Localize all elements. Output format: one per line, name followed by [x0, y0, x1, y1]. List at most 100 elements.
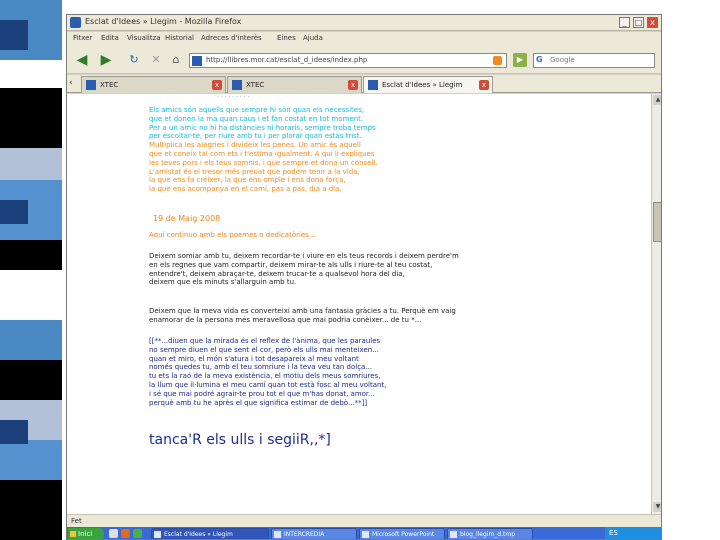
- scroll-thumb[interactable]: [653, 202, 661, 242]
- post-subtitle[interactable]: Aquí continuo amb els poemes o dedicatòr…: [149, 231, 316, 239]
- menu-edita[interactable]: Edita: [101, 34, 119, 42]
- text-line: no sempre diuen el que sent el cor, però…: [149, 345, 379, 354]
- stripe-block: [0, 148, 62, 180]
- menu-fitxer[interactable]: Fitxer: [73, 34, 92, 42]
- text-line: Multiplica les alegries i divideix les p…: [149, 141, 361, 150]
- scroll-down-icon[interactable]: ▼: [653, 502, 661, 512]
- system-tray: ES: [605, 527, 661, 539]
- menu-adreces[interactable]: Adreces d'interès: [201, 34, 262, 42]
- tab-close-icon[interactable]: x: [479, 80, 489, 90]
- tab-favicon-icon: [368, 80, 378, 90]
- text-line: les teves pors i els teus somnis, i que …: [149, 158, 378, 167]
- minimize-button[interactable]: _: [619, 17, 630, 28]
- stripe-block: [0, 270, 62, 320]
- stop-icon[interactable]: ✕: [147, 51, 165, 69]
- task-powerpoint[interactable]: Microsoft PowerPoint: [359, 528, 445, 539]
- text-line: la que ens acompanya en el camí, pas a p…: [149, 185, 342, 194]
- browser-window: Esclat d'Idees » Llegim - Mozilla Firefo…: [66, 14, 662, 540]
- tab-close-icon[interactable]: x: [212, 80, 222, 90]
- search-box[interactable]: G Google: [533, 53, 655, 68]
- task-icon: [362, 531, 369, 538]
- home-icon[interactable]: ⌂: [167, 51, 185, 69]
- text-line: per escoltar-te, per riure amb tu i per …: [149, 132, 362, 141]
- tab-xtec-1[interactable]: XTEC x: [81, 76, 226, 93]
- text-line: Per a un amic no hi ha distàncies ni hor…: [149, 123, 376, 132]
- task-icon: [450, 531, 457, 538]
- task-tmp-file[interactable]: blog_llegim_d.tmp: [447, 528, 533, 539]
- task-label: blog_llegim_d.tmp: [460, 531, 516, 538]
- top-text-fragment: · · · · · · · · ·: [217, 94, 250, 101]
- stripe-block: [0, 240, 62, 270]
- quicklaunch-media-icon[interactable]: [133, 529, 142, 538]
- cyan-paragraph: Els amics són aquells que sempre hi són …: [149, 106, 445, 194]
- text-line: quan et miro, el món s'atura i tot desap…: [149, 354, 359, 363]
- text-line: que et coneix tal com ets i t'estima igu…: [149, 149, 375, 158]
- text-line: entendre't, deixem abraçar-te, deixem tr…: [149, 269, 405, 278]
- text-line: Els amics són aquells que sempre hi són …: [149, 106, 364, 114]
- go-button[interactable]: ▶: [513, 53, 527, 67]
- text-line: només quedes tu, amb el teu somriure i l…: [149, 363, 373, 372]
- back-arrow-icon[interactable]: ◀: [73, 51, 91, 69]
- address-bar[interactable]: http://llibres.mor.cat/esclat_d_idees/in…: [189, 53, 507, 68]
- menu-eines[interactable]: Eines: [277, 34, 296, 42]
- task-icon: [274, 531, 281, 538]
- tab-esclat-idees[interactable]: Esclat d'Idees » Llegim x: [363, 76, 493, 93]
- text-line: la que ens fa créixer, la que ens omple …: [149, 176, 346, 185]
- reload-icon[interactable]: ↻: [125, 51, 143, 69]
- start-label: Inici: [78, 530, 93, 538]
- stripe-block: [0, 200, 28, 224]
- task-icon: [154, 531, 161, 538]
- text-line: tu ets la raó de la meva existència, el …: [149, 372, 381, 381]
- task-label: Esclat d'Idees » Llegim: [164, 531, 233, 538]
- menu-ajuda[interactable]: Ajuda: [303, 34, 323, 42]
- dark-paragraph-1: Deixem somiar amb tu, deixem recordar-te…: [149, 252, 459, 287]
- text-line: enamorar de la persona més meravellosa q…: [149, 315, 422, 324]
- stripe-block: [0, 320, 62, 360]
- rss-feed-icon[interactable]: [493, 56, 502, 65]
- scroll-up-icon[interactable]: ▲: [653, 95, 661, 105]
- post-date: 19 de Maig 2008: [153, 214, 221, 223]
- start-button[interactable]: Inici: [68, 528, 104, 539]
- status-bar: Fet: [67, 514, 661, 527]
- tab-bar: ‹ XTEC x XTEC x Esclat d'Idees » Llegim …: [67, 75, 661, 93]
- tab-favicon-icon: [86, 80, 96, 90]
- windows-taskbar: Inici Esclat d'Idees » Llegim INTERCREDI…: [67, 527, 661, 539]
- vertical-scrollbar[interactable]: ▲ ▼: [651, 94, 661, 514]
- tab-label: XTEC: [246, 81, 265, 89]
- text-line: i sé que mai podré agrair-te prou tot el…: [149, 389, 375, 398]
- text-line: [[**...diuen que la mirada és el reflex …: [149, 337, 381, 345]
- navigation-toolbar: ◀ ▶ ↻ ✕ ⌂ http://llibres.mor.cat/esclat_…: [67, 46, 661, 74]
- tab-label: XTEC: [100, 81, 119, 89]
- close-button[interactable]: x: [647, 17, 658, 28]
- google-search-icon[interactable]: G: [536, 55, 543, 64]
- tab-close-icon[interactable]: x: [348, 80, 358, 90]
- menu-bar: Fitxer Edita Visualitza Historial Adrece…: [67, 32, 661, 46]
- tab-scroll-icon[interactable]: ‹: [69, 78, 79, 90]
- window-title: Esclat d'Idees » Llegim - Mozilla Firefo…: [85, 17, 242, 26]
- task-intercredia[interactable]: INTERCREDIA: [271, 528, 357, 539]
- menu-visualitza[interactable]: Visualitza: [127, 34, 161, 42]
- task-label: Microsoft PowerPoint: [372, 531, 435, 538]
- quicklaunch-desktop-icon[interactable]: [109, 529, 118, 538]
- tray-language[interactable]: ES: [609, 529, 618, 537]
- search-input[interactable]: Google: [550, 56, 575, 64]
- text-line: L'amistat és el tresor més preuat que po…: [149, 167, 360, 176]
- quicklaunch-firefox-icon[interactable]: [121, 529, 130, 538]
- title-bar: Esclat d'Idees » Llegim - Mozilla Firefo…: [67, 15, 661, 31]
- maximize-button[interactable]: □: [633, 17, 644, 28]
- stripe-block: [0, 20, 28, 50]
- text-line: Deixem que la meva vida es converteixi a…: [149, 307, 456, 315]
- stripe-block: [0, 480, 62, 540]
- menu-historial[interactable]: Historial: [165, 34, 194, 42]
- stripe-block: [0, 420, 28, 444]
- tab-favicon-icon: [232, 80, 242, 90]
- status-text: Fet: [71, 517, 82, 525]
- task-firefox[interactable]: Esclat d'Idees » Llegim: [151, 528, 269, 539]
- dark-paragraph-2: Deixem que la meva vida es converteixi a…: [149, 307, 456, 325]
- stripe-block: [0, 440, 62, 480]
- tab-xtec-2[interactable]: XTEC x: [227, 76, 362, 93]
- url-text: http://llibres.mor.cat/esclat_d_idees/in…: [206, 56, 368, 64]
- forward-arrow-icon[interactable]: ▶: [97, 51, 115, 69]
- text-line: deixem que els minuts s'allarguin amb tu…: [149, 278, 297, 287]
- windows-logo-icon: [70, 531, 76, 537]
